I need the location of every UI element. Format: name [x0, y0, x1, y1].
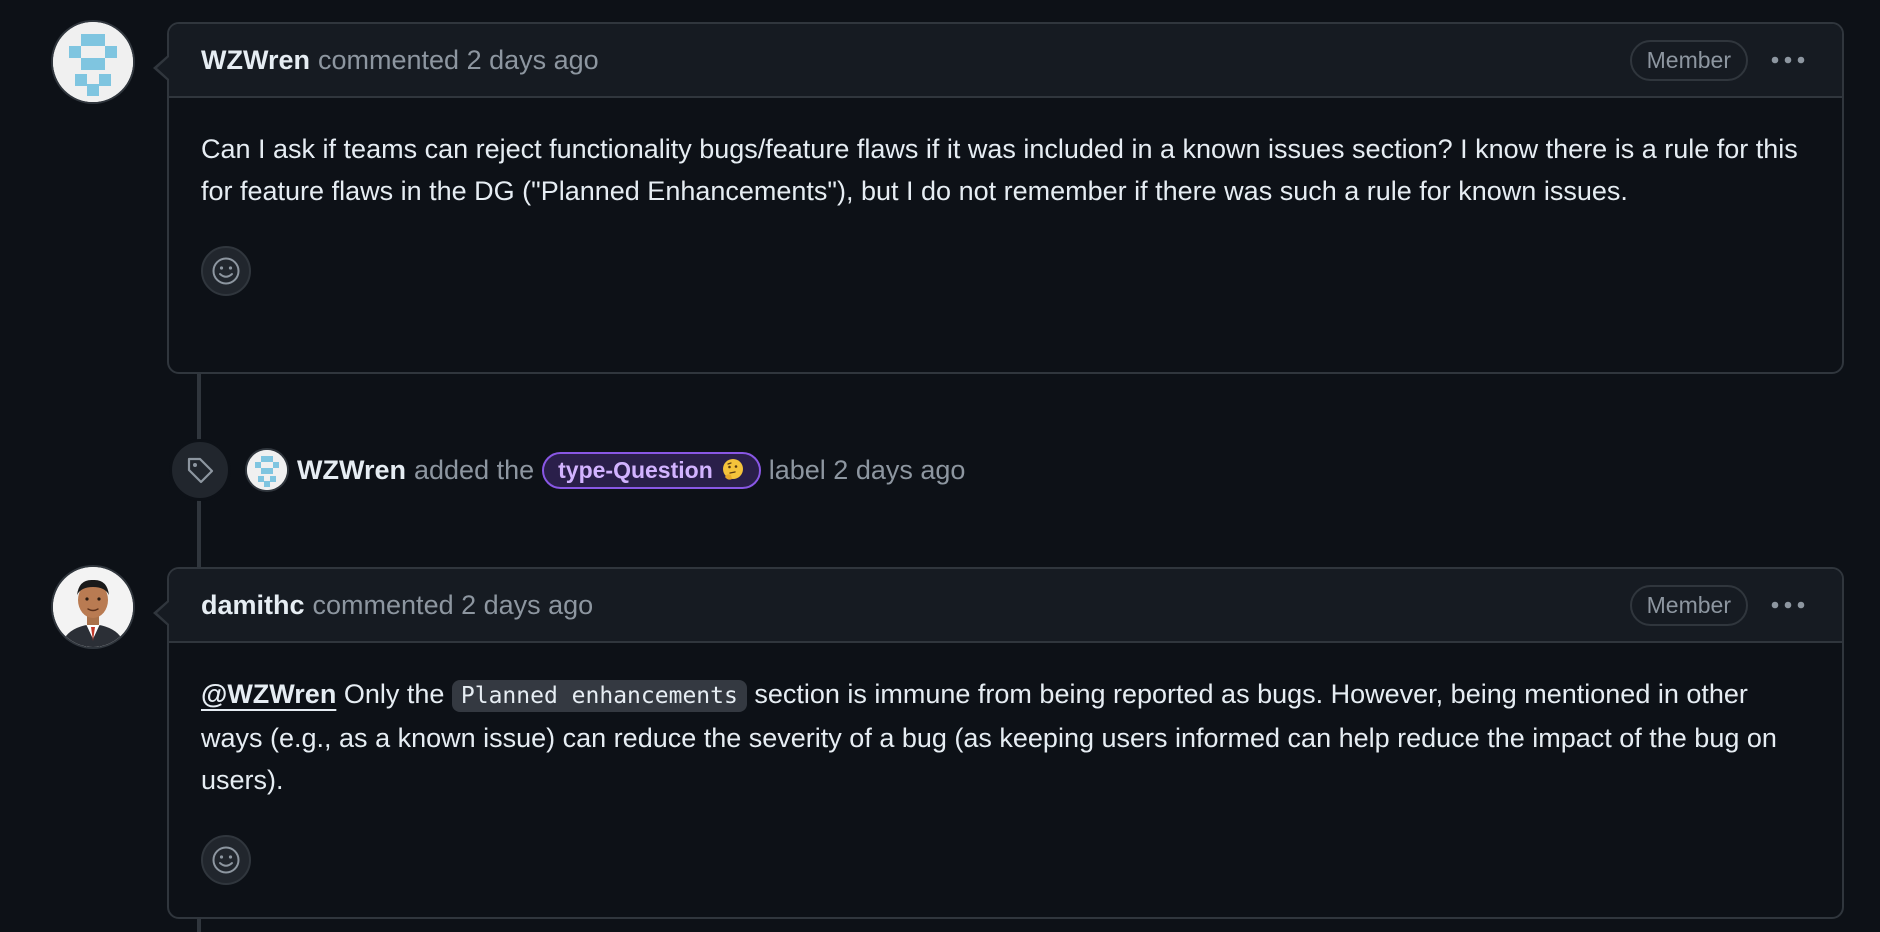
- thinking-face-emoji-icon: [722, 459, 743, 480]
- member-badge: Member: [1629, 584, 1748, 626]
- label-text: type-Question: [558, 456, 713, 483]
- timeline-connector: [197, 373, 201, 442]
- comment-text: @WZWren Only the Planned enhancements se…: [201, 673, 1810, 801]
- comment-text: Can I ask if teams can reject functional…: [201, 134, 1798, 206]
- avatar-damithc[interactable]: [53, 567, 133, 647]
- comment-header: damithc commented 2 days ago Member: [169, 569, 1842, 643]
- comment-author[interactable]: WZWren: [201, 45, 310, 76]
- comment-body: Can I ask if teams can reject functional…: [169, 98, 1842, 320]
- event-actor[interactable]: WZWren: [297, 455, 406, 486]
- comment-body: @WZWren Only the Planned enhancements se…: [169, 643, 1842, 909]
- comment-wzwren: WZWren commented 2 days ago Member Can I…: [153, 22, 1844, 374]
- smiley-icon: [212, 846, 240, 874]
- label-type-question[interactable]: type-Question: [542, 451, 761, 489]
- event-text-before: added the: [414, 454, 535, 485]
- avatar-wzwren-small[interactable]: [247, 450, 287, 490]
- avatar-wzwren[interactable]: [53, 22, 133, 102]
- comment-timestamp[interactable]: commented 2 days ago: [313, 590, 594, 621]
- add-reaction-button[interactable]: [201, 246, 251, 296]
- kebab-horizontal-icon[interactable]: [1766, 585, 1810, 625]
- kebab-horizontal-icon[interactable]: [1766, 40, 1810, 80]
- event-text-after[interactable]: label 2 days ago: [769, 455, 966, 486]
- add-reaction-button[interactable]: [201, 835, 251, 885]
- smiley-icon: [212, 257, 240, 285]
- profile-photo-avatar-icon: [53, 567, 133, 647]
- inline-code: Planned enhancements: [451, 680, 747, 712]
- member-badge: Member: [1629, 39, 1748, 81]
- timeline-connector: [197, 918, 201, 932]
- comment-caret-fill: [157, 56, 170, 80]
- identicon-avatar-icon: [53, 22, 133, 102]
- comment-timestamp[interactable]: commented 2 days ago: [318, 45, 599, 76]
- timeline-connector: [197, 498, 201, 568]
- comment-header: WZWren commented 2 days ago Member: [169, 24, 1842, 98]
- comment-damithc: damithc commented 2 days ago Member @WZW…: [153, 567, 1844, 919]
- label-event: WZWren added the type-Question label 2 d…: [169, 439, 966, 501]
- comment-author[interactable]: damithc: [201, 590, 305, 621]
- comment-caret-fill: [157, 601, 170, 625]
- user-mention[interactable]: @WZWren: [201, 679, 336, 709]
- tag-icon: [169, 439, 231, 501]
- identicon-avatar-icon: [247, 450, 287, 490]
- comment-text-part: Only the: [336, 679, 452, 709]
